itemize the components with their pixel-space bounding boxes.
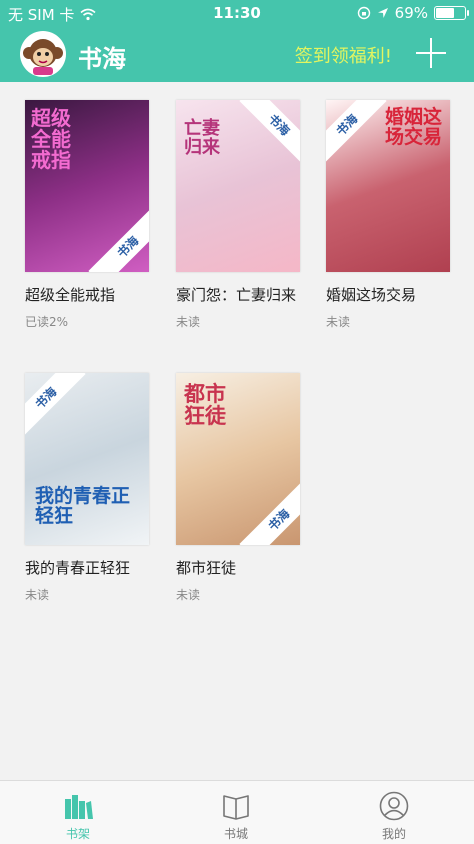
monkey-avatar-icon	[23, 39, 63, 75]
book-title: 超级全能戒指	[25, 286, 116, 304]
tab-bookstore[interactable]: 书城	[176, 781, 296, 844]
book-item[interactable]: 我的青春正轻狂 书海 我的青春正轻狂 未读	[25, 373, 149, 603]
book-progress: 未读	[25, 588, 50, 602]
tab-label: 书城	[223, 827, 248, 841]
cover-ribbon: 书海	[25, 373, 86, 438]
battery-icon	[434, 6, 469, 20]
cover-title: 亡妻归来	[184, 118, 220, 158]
user-icon	[379, 791, 409, 821]
checkin-link[interactable]: 签到领福利!	[295, 42, 392, 68]
book-progress: 未读	[176, 315, 201, 329]
book-item[interactable]: 都市狂徒 书海 都市狂徒 未读	[176, 373, 300, 603]
cover-ribbon: 书海	[88, 207, 149, 272]
status-bar: 无 SIM 卡 11:30 69%	[0, 0, 474, 26]
tab-mine[interactable]: 我的	[334, 781, 454, 844]
tab-bookshelf[interactable]: 书架	[18, 781, 138, 844]
book-cover[interactable]: 亡妻归来 书海	[176, 100, 300, 272]
cover-title: 婚姻这场交易	[384, 106, 442, 148]
cover-title: 我的青春正轻狂	[35, 485, 131, 528]
book-open-icon	[223, 795, 249, 820]
book-title: 我的青春正轻狂	[25, 559, 131, 577]
book-progress: 未读	[176, 588, 201, 602]
avatar[interactable]	[20, 31, 66, 77]
app-title: 书海	[78, 45, 126, 73]
book-cover[interactable]: 超级全能戒指 书海	[25, 100, 149, 272]
tab-label: 书架	[65, 827, 90, 841]
book-cover[interactable]: 我的青春正轻狂 书海	[25, 373, 149, 545]
tab-bar: 书架 书城 我的	[0, 780, 474, 844]
book-progress: 未读	[326, 315, 351, 329]
nav-bar: 书海 签到领福利!	[0, 26, 474, 82]
book-item[interactable]: 亡妻归来 书海 豪门怨：亡妻归来 未读	[176, 100, 300, 330]
battery-percent: 69%	[394, 4, 428, 22]
location-arrow-icon	[377, 8, 388, 18]
book-progress: 已读2%	[25, 315, 69, 329]
cover-title: 超级全能戒指	[31, 106, 71, 172]
cover-ribbon: 书海	[239, 100, 300, 165]
book-item[interactable]: 超级全能戒指 书海 超级全能戒指 已读2%	[25, 100, 149, 330]
add-button[interactable]	[416, 38, 446, 68]
book-title: 豪门怨：亡妻归来	[176, 286, 297, 304]
book-item[interactable]: 婚姻这场交易 书海 婚姻这场交易 未读	[326, 100, 450, 330]
status-right: 69%	[357, 4, 469, 22]
cover-ribbon: 书海	[326, 100, 387, 165]
cover-title: 都市狂徒	[184, 381, 226, 429]
book-cover[interactable]: 婚姻这场交易 书海	[326, 100, 450, 272]
book-cover[interactable]: 都市狂徒 书海	[176, 373, 300, 545]
book-title: 婚姻这场交易	[326, 286, 417, 304]
battery-fill	[436, 8, 454, 18]
rotation-lock-icon	[357, 6, 370, 20]
book-title: 都市狂徒	[176, 559, 237, 577]
bookshelf-icon	[65, 795, 93, 819]
cover-ribbon: 书海	[239, 480, 300, 545]
tab-label: 我的	[381, 827, 406, 841]
